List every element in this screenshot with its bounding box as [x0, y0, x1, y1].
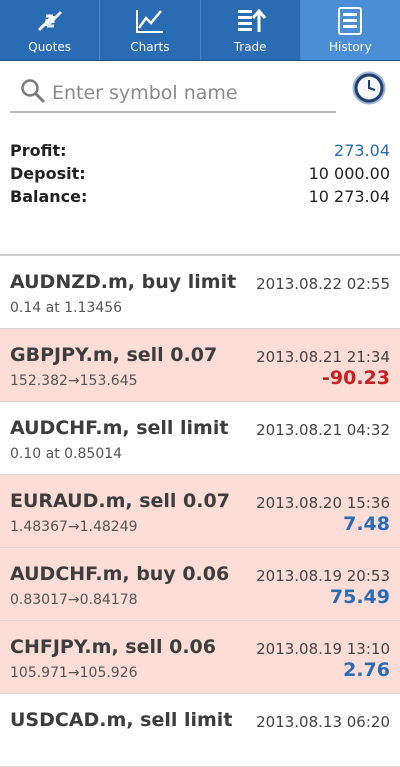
trade-title: CHFJPY.m, sell 0.06 — [10, 636, 216, 658]
trade-profit: 2.76 — [343, 659, 390, 681]
tab-bar: Quotes Charts Trade History — [0, 0, 400, 61]
search-box — [10, 73, 336, 113]
list-item[interactable]: CHFJPY.m, sell 0.06 2013.08.19 13:10 105… — [0, 621, 400, 694]
trade-time: 2013.08.20 15:36 — [256, 494, 390, 512]
tab-history[interactable]: History — [300, 0, 400, 60]
trade-title: AUDCHF.m, sell limit — [10, 417, 229, 439]
trade-title: AUDNZD.m, buy limit — [10, 271, 237, 293]
tab-label: Quotes — [28, 40, 71, 54]
trade-icon — [238, 8, 267, 32]
history-list: AUDNZD.m, buy limit 2013.08.22 02:55 0.1… — [0, 256, 400, 767]
trade-title: EURAUD.m, sell 0.07 — [10, 490, 230, 512]
trade-time: 2013.08.13 06:20 — [256, 713, 390, 731]
deposit-label: Deposit: — [10, 164, 86, 183]
deposit-row: Deposit: 10 000.00 — [10, 162, 390, 185]
profit-row: Profit: 273.04 — [10, 139, 390, 162]
list-item[interactable]: AUDNZD.m, buy limit 2013.08.22 02:55 0.1… — [0, 256, 400, 329]
list-item[interactable]: GBPJPY.m, sell 0.07 2013.08.21 21:34 152… — [0, 329, 400, 402]
trade-title: USDCAD.m, sell limit — [10, 709, 233, 731]
trade-detail: 0.14 at 1.13456 — [10, 300, 123, 316]
account-summary: Profit: 273.04 Deposit: 10 000.00 Balanc… — [0, 129, 400, 256]
trade-time: 2013.08.19 13:10 — [256, 640, 390, 658]
quotes-icon — [37, 10, 62, 32]
tab-label: History — [329, 40, 372, 54]
tab-quotes[interactable]: Quotes — [0, 0, 101, 60]
balance-label: Balance: — [10, 187, 88, 206]
trade-time: 2013.08.21 04:32 — [256, 421, 390, 439]
trade-detail: 0.83017→0.84178 — [10, 592, 138, 608]
trade-detail: 0.10 at 0.85014 — [10, 446, 123, 462]
list-item[interactable]: AUDCHF.m, sell limit 2013.08.21 04:32 0.… — [0, 402, 400, 475]
trade-title: AUDCHF.m, buy 0.06 — [10, 563, 230, 585]
clock-icon[interactable] — [352, 71, 386, 105]
deposit-value: 10 000.00 — [308, 164, 390, 183]
trade-time: 2013.08.21 21:34 — [256, 348, 390, 366]
tab-label: Charts — [130, 40, 170, 54]
profit-label: Profit: — [10, 141, 67, 160]
profit-value: 273.04 — [334, 141, 390, 160]
list-item[interactable]: AUDCHF.m, buy 0.06 2013.08.19 20:53 0.83… — [0, 548, 400, 621]
trade-profit: -90.23 — [322, 367, 390, 389]
search-row — [0, 61, 400, 129]
trade-profit: 7.48 — [343, 513, 390, 535]
trade-profit: 75.49 — [329, 586, 390, 608]
balance-row: Balance: 10 273.04 — [10, 185, 390, 208]
list-item[interactable]: EURAUD.m, sell 0.07 2013.08.20 15:36 1.4… — [0, 475, 400, 548]
trade-detail: 1.48367→1.48249 — [10, 519, 138, 535]
history-icon — [338, 7, 363, 35]
search-input[interactable] — [50, 77, 334, 109]
list-item[interactable]: USDCAD.m, sell limit 2013.08.13 06:20 — [0, 694, 400, 767]
charts-icon — [135, 10, 163, 33]
tab-charts[interactable]: Charts — [100, 0, 201, 60]
trade-time: 2013.08.22 02:55 — [256, 275, 390, 293]
search-icon — [21, 79, 46, 104]
trade-title: GBPJPY.m, sell 0.07 — [10, 344, 218, 366]
tab-trade[interactable]: Trade — [201, 0, 301, 60]
tab-label: Trade — [233, 40, 267, 54]
trade-time: 2013.08.19 20:53 — [256, 567, 390, 585]
balance-value: 10 273.04 — [308, 187, 390, 206]
trade-detail: 105.971→105.926 — [10, 665, 138, 681]
trade-detail: 152.382→153.645 — [10, 373, 138, 389]
